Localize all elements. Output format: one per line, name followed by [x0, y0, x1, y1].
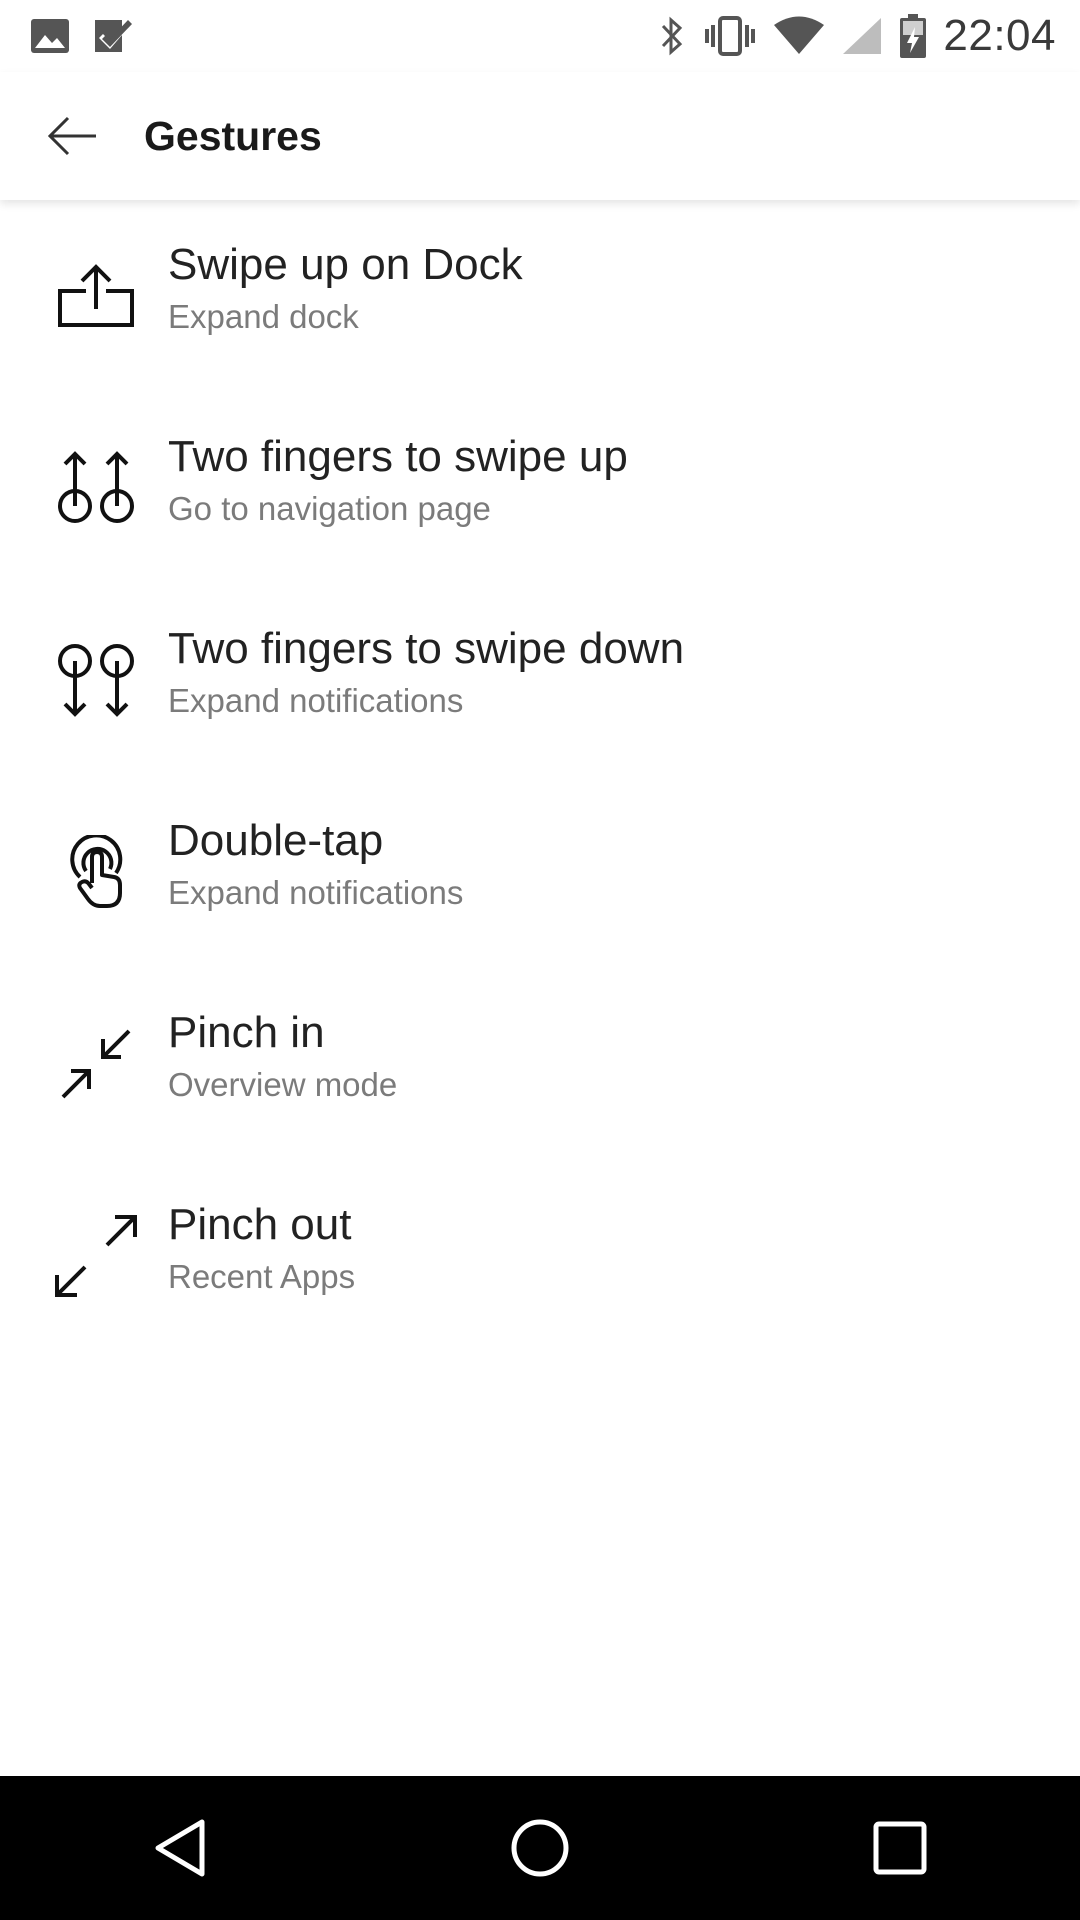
battery-charging-icon [899, 13, 927, 59]
nav-recents-button[interactable] [830, 1778, 970, 1918]
gesture-title: Double-tap [168, 816, 384, 865]
gesture-action: Go to navigation page [168, 490, 491, 527]
gesture-item-pinch-in[interactable]: Pinch in Overview mode [0, 968, 1080, 1160]
pinch-out-icon [46, 1160, 146, 1352]
gesture-list: Swipe up on Dock Expand dock Two fingers… [0, 200, 1080, 1352]
page-title: Gestures [144, 112, 322, 159]
wifi-icon [773, 16, 825, 56]
back-button[interactable] [24, 88, 120, 184]
gesture-item-two-finger-swipe-up[interactable]: Two fingers to swipe up Go to navigation… [0, 392, 1080, 584]
clock-time: 22:04 [943, 11, 1056, 60]
arrow-left-icon [47, 116, 96, 156]
gesture-action: Expand notifications [168, 874, 464, 911]
nav-back-button[interactable] [110, 1778, 250, 1918]
two-finger-swipe-down-icon [46, 584, 146, 776]
recents-square-icon [873, 1821, 927, 1875]
gesture-item-swipe-up-dock[interactable]: Swipe up on Dock Expand dock [0, 200, 1080, 392]
gesture-action: Recent Apps [168, 1258, 356, 1295]
gesture-action: Expand dock [168, 298, 359, 335]
signal-icon [841, 16, 883, 56]
gesture-title: Pinch out [168, 1200, 352, 1249]
check-badge-icon [92, 17, 134, 55]
gesture-item-double-tap[interactable]: Double-tap Expand notifications [0, 776, 1080, 968]
gesture-item-pinch-out[interactable]: Pinch out Recent Apps [0, 1160, 1080, 1352]
system-nav-bar [0, 1776, 1080, 1920]
gesture-title: Two fingers to swipe up [168, 432, 628, 481]
double-tap-icon [46, 776, 146, 968]
gesture-item-two-finger-swipe-down[interactable]: Two fingers to swipe down Expand notific… [0, 584, 1080, 776]
two-finger-swipe-up-icon [46, 392, 146, 584]
pinch-in-icon [46, 968, 146, 1160]
vibrate-icon [703, 15, 757, 57]
back-triangle-icon [155, 1819, 205, 1877]
home-circle-icon [511, 1819, 569, 1877]
swipe-up-dock-icon [46, 200, 146, 392]
gesture-action: Expand notifications [168, 682, 464, 719]
gesture-title: Swipe up on Dock [168, 240, 523, 289]
app-bar: Gestures [0, 72, 1080, 200]
gesture-title: Pinch in [168, 1008, 325, 1057]
status-left [30, 17, 134, 55]
status-bar: 22:04 [0, 0, 1080, 72]
gesture-action: Overview mode [168, 1066, 398, 1103]
nav-home-button[interactable] [470, 1778, 610, 1918]
bluetooth-icon [657, 15, 687, 57]
gesture-title: Two fingers to swipe down [168, 624, 685, 673]
status-right: 22:04 [657, 11, 1056, 61]
image-icon [30, 18, 70, 54]
